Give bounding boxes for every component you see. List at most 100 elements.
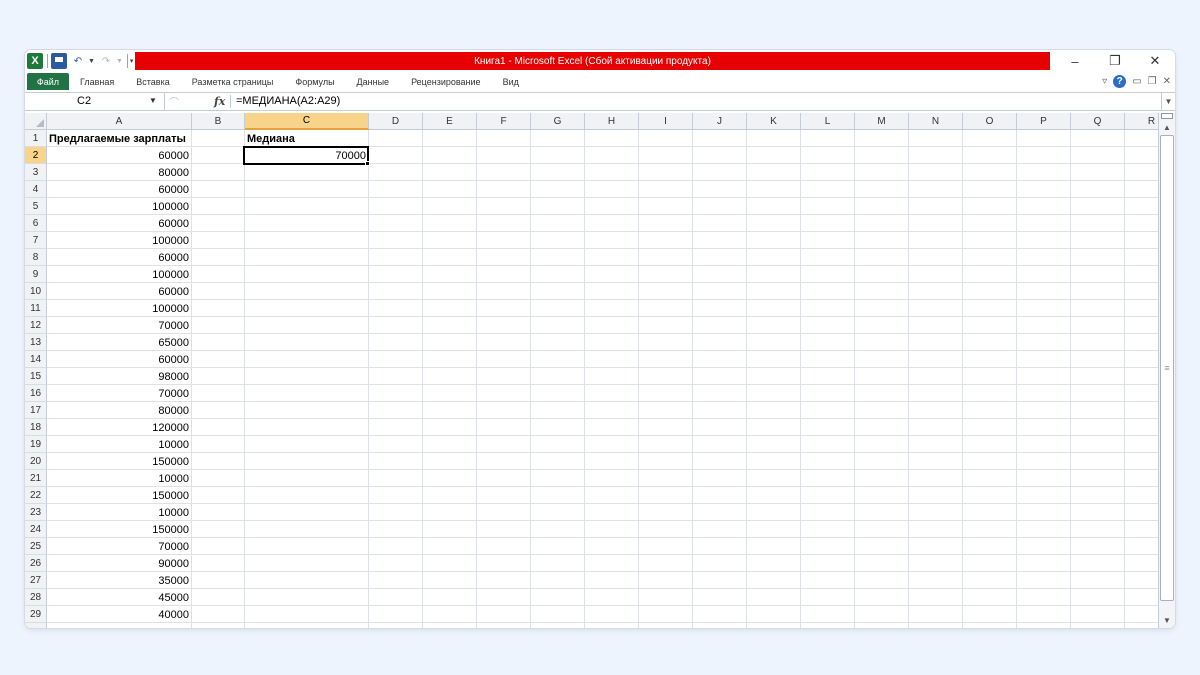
cell-a2[interactable]: 60000 — [47, 147, 192, 164]
cell-a29[interactable]: 40000 — [47, 606, 192, 623]
expand-formula-bar-icon[interactable]: ▼ — [1161, 93, 1175, 110]
row-header-5[interactable]: 5 — [25, 198, 47, 215]
tab-review[interactable]: Рецензирование — [400, 72, 492, 91]
row-header-26[interactable]: 26 — [25, 555, 47, 572]
column-header-g[interactable]: G — [531, 113, 585, 130]
select-all-corner[interactable] — [25, 113, 47, 130]
row-header-2[interactable]: 2 — [25, 147, 47, 164]
cell-a10[interactable]: 60000 — [47, 283, 192, 300]
row-header-22[interactable]: 22 — [25, 487, 47, 504]
cell-a16[interactable]: 70000 — [47, 385, 192, 402]
row-header-9[interactable]: 9 — [25, 266, 47, 283]
name-box[interactable]: C2 ▼ — [25, 93, 165, 110]
cell-c1-header[interactable]: Медиана — [245, 130, 369, 147]
cell-a18[interactable]: 120000 — [47, 419, 192, 436]
row-header-28[interactable]: 28 — [25, 589, 47, 606]
column-header-a[interactable]: A — [47, 113, 192, 130]
redo-icon[interactable]: ↷ — [98, 53, 114, 69]
cell-a4[interactable]: 60000 — [47, 181, 192, 198]
tab-formulas[interactable]: Формулы — [284, 72, 345, 91]
row-header-partial[interactable] — [25, 623, 47, 628]
tab-file[interactable]: Файл — [27, 73, 69, 90]
row-header-3[interactable]: 3 — [25, 164, 47, 181]
column-header-q[interactable]: Q — [1071, 113, 1125, 130]
column-header-l[interactable]: L — [801, 113, 855, 130]
column-header-m[interactable]: M — [855, 113, 909, 130]
scroll-down-icon[interactable]: ▼ — [1159, 614, 1175, 626]
workbook-minimize-icon[interactable]: ▭ — [1132, 76, 1141, 87]
column-header-h[interactable]: H — [585, 113, 639, 130]
undo-icon[interactable]: ↶ — [70, 53, 86, 69]
column-header-e[interactable]: E — [423, 113, 477, 130]
column-header-k[interactable]: K — [747, 113, 801, 130]
scroll-thumb[interactable]: ≡ — [1160, 135, 1174, 601]
cell-a12[interactable]: 70000 — [47, 317, 192, 334]
cell-a15[interactable]: 98000 — [47, 368, 192, 385]
restore-button[interactable]: ❐ — [1095, 50, 1135, 72]
row-header-21[interactable]: 21 — [25, 470, 47, 487]
cell-a7[interactable]: 100000 — [47, 232, 192, 249]
column-header-p[interactable]: P — [1017, 113, 1071, 130]
column-header-i[interactable]: I — [639, 113, 693, 130]
row-header-10[interactable]: 10 — [25, 283, 47, 300]
worksheet-grid[interactable]: ABCDEFGHIJKLMNOPQR 1 2 3 4 5 6 7 8 9 10 11 12 13 14 15… — [25, 113, 1158, 628]
cell-a28[interactable]: 45000 — [47, 589, 192, 606]
row-header-7[interactable]: 7 — [25, 232, 47, 249]
cell-a23[interactable]: 10000 — [47, 504, 192, 521]
scroll-up-icon[interactable]: ▲ — [1159, 121, 1175, 133]
save-icon[interactable] — [51, 53, 67, 69]
cell-a17[interactable]: 80000 — [47, 402, 192, 419]
cell-a24[interactable]: 150000 — [47, 521, 192, 538]
customize-qat-icon[interactable]: ▾ — [130, 57, 134, 65]
row-header-24[interactable]: 24 — [25, 521, 47, 538]
column-header-c[interactable]: C — [245, 113, 369, 130]
cell-a9[interactable]: 100000 — [47, 266, 192, 283]
row-header-6[interactable]: 6 — [25, 215, 47, 232]
fill-handle[interactable] — [365, 161, 370, 166]
collapse-ribbon-icon[interactable]: ▿ — [1102, 76, 1107, 87]
row-header-19[interactable]: 19 — [25, 436, 47, 453]
name-box-dropdown-icon[interactable]: ▼ — [149, 96, 157, 105]
workbook-close-icon[interactable]: ✕ — [1163, 76, 1171, 87]
row-header-25[interactable]: 25 — [25, 538, 47, 555]
excel-app-icon[interactable]: X — [27, 53, 43, 69]
cell-a22[interactable]: 150000 — [47, 487, 192, 504]
row-header-29[interactable]: 29 — [25, 606, 47, 623]
cell-a14[interactable]: 60000 — [47, 351, 192, 368]
cell-a19[interactable]: 10000 — [47, 436, 192, 453]
row-header-4[interactable]: 4 — [25, 181, 47, 198]
row-header-11[interactable]: 11 — [25, 300, 47, 317]
help-icon[interactable]: ? — [1113, 75, 1127, 88]
row-header-16[interactable]: 16 — [25, 385, 47, 402]
cell-a8[interactable]: 60000 — [47, 249, 192, 266]
column-header-j[interactable]: J — [693, 113, 747, 130]
cell-a25[interactable]: 70000 — [47, 538, 192, 555]
redo-dropdown-icon[interactable]: ▼ — [116, 58, 123, 65]
cell-a1-header[interactable]: Предлагаемые зарплаты — [47, 130, 192, 147]
formula-input[interactable]: =МЕДИАНА(A2:A29) — [236, 95, 340, 107]
split-box[interactable] — [1161, 113, 1173, 119]
column-header-o[interactable]: O — [963, 113, 1017, 130]
row-header-13[interactable]: 13 — [25, 334, 47, 351]
row-header-14[interactable]: 14 — [25, 351, 47, 368]
cell-a6[interactable]: 60000 — [47, 215, 192, 232]
row-header-1[interactable]: 1 — [25, 130, 47, 147]
minimize-button[interactable]: – — [1055, 50, 1095, 72]
row-header-23[interactable]: 23 — [25, 504, 47, 521]
cell-a3[interactable]: 80000 — [47, 164, 192, 181]
row-header-12[interactable]: 12 — [25, 317, 47, 334]
tab-view[interactable]: Вид — [492, 72, 530, 91]
tab-page-layout[interactable]: Разметка страницы — [181, 72, 285, 91]
cell-a27[interactable]: 35000 — [47, 572, 192, 589]
cell-a21[interactable]: 10000 — [47, 470, 192, 487]
row-header-27[interactable]: 27 — [25, 572, 47, 589]
cell-a20[interactable]: 150000 — [47, 453, 192, 470]
column-header-d[interactable]: D — [369, 113, 423, 130]
cell-a13[interactable]: 65000 — [47, 334, 192, 351]
row-header-8[interactable]: 8 — [25, 249, 47, 266]
column-header-r[interactable]: R — [1125, 113, 1158, 130]
cell-a11[interactable]: 100000 — [47, 300, 192, 317]
tab-home[interactable]: Главная — [69, 72, 125, 91]
row-header-20[interactable]: 20 — [25, 453, 47, 470]
cell-a5[interactable]: 100000 — [47, 198, 192, 215]
